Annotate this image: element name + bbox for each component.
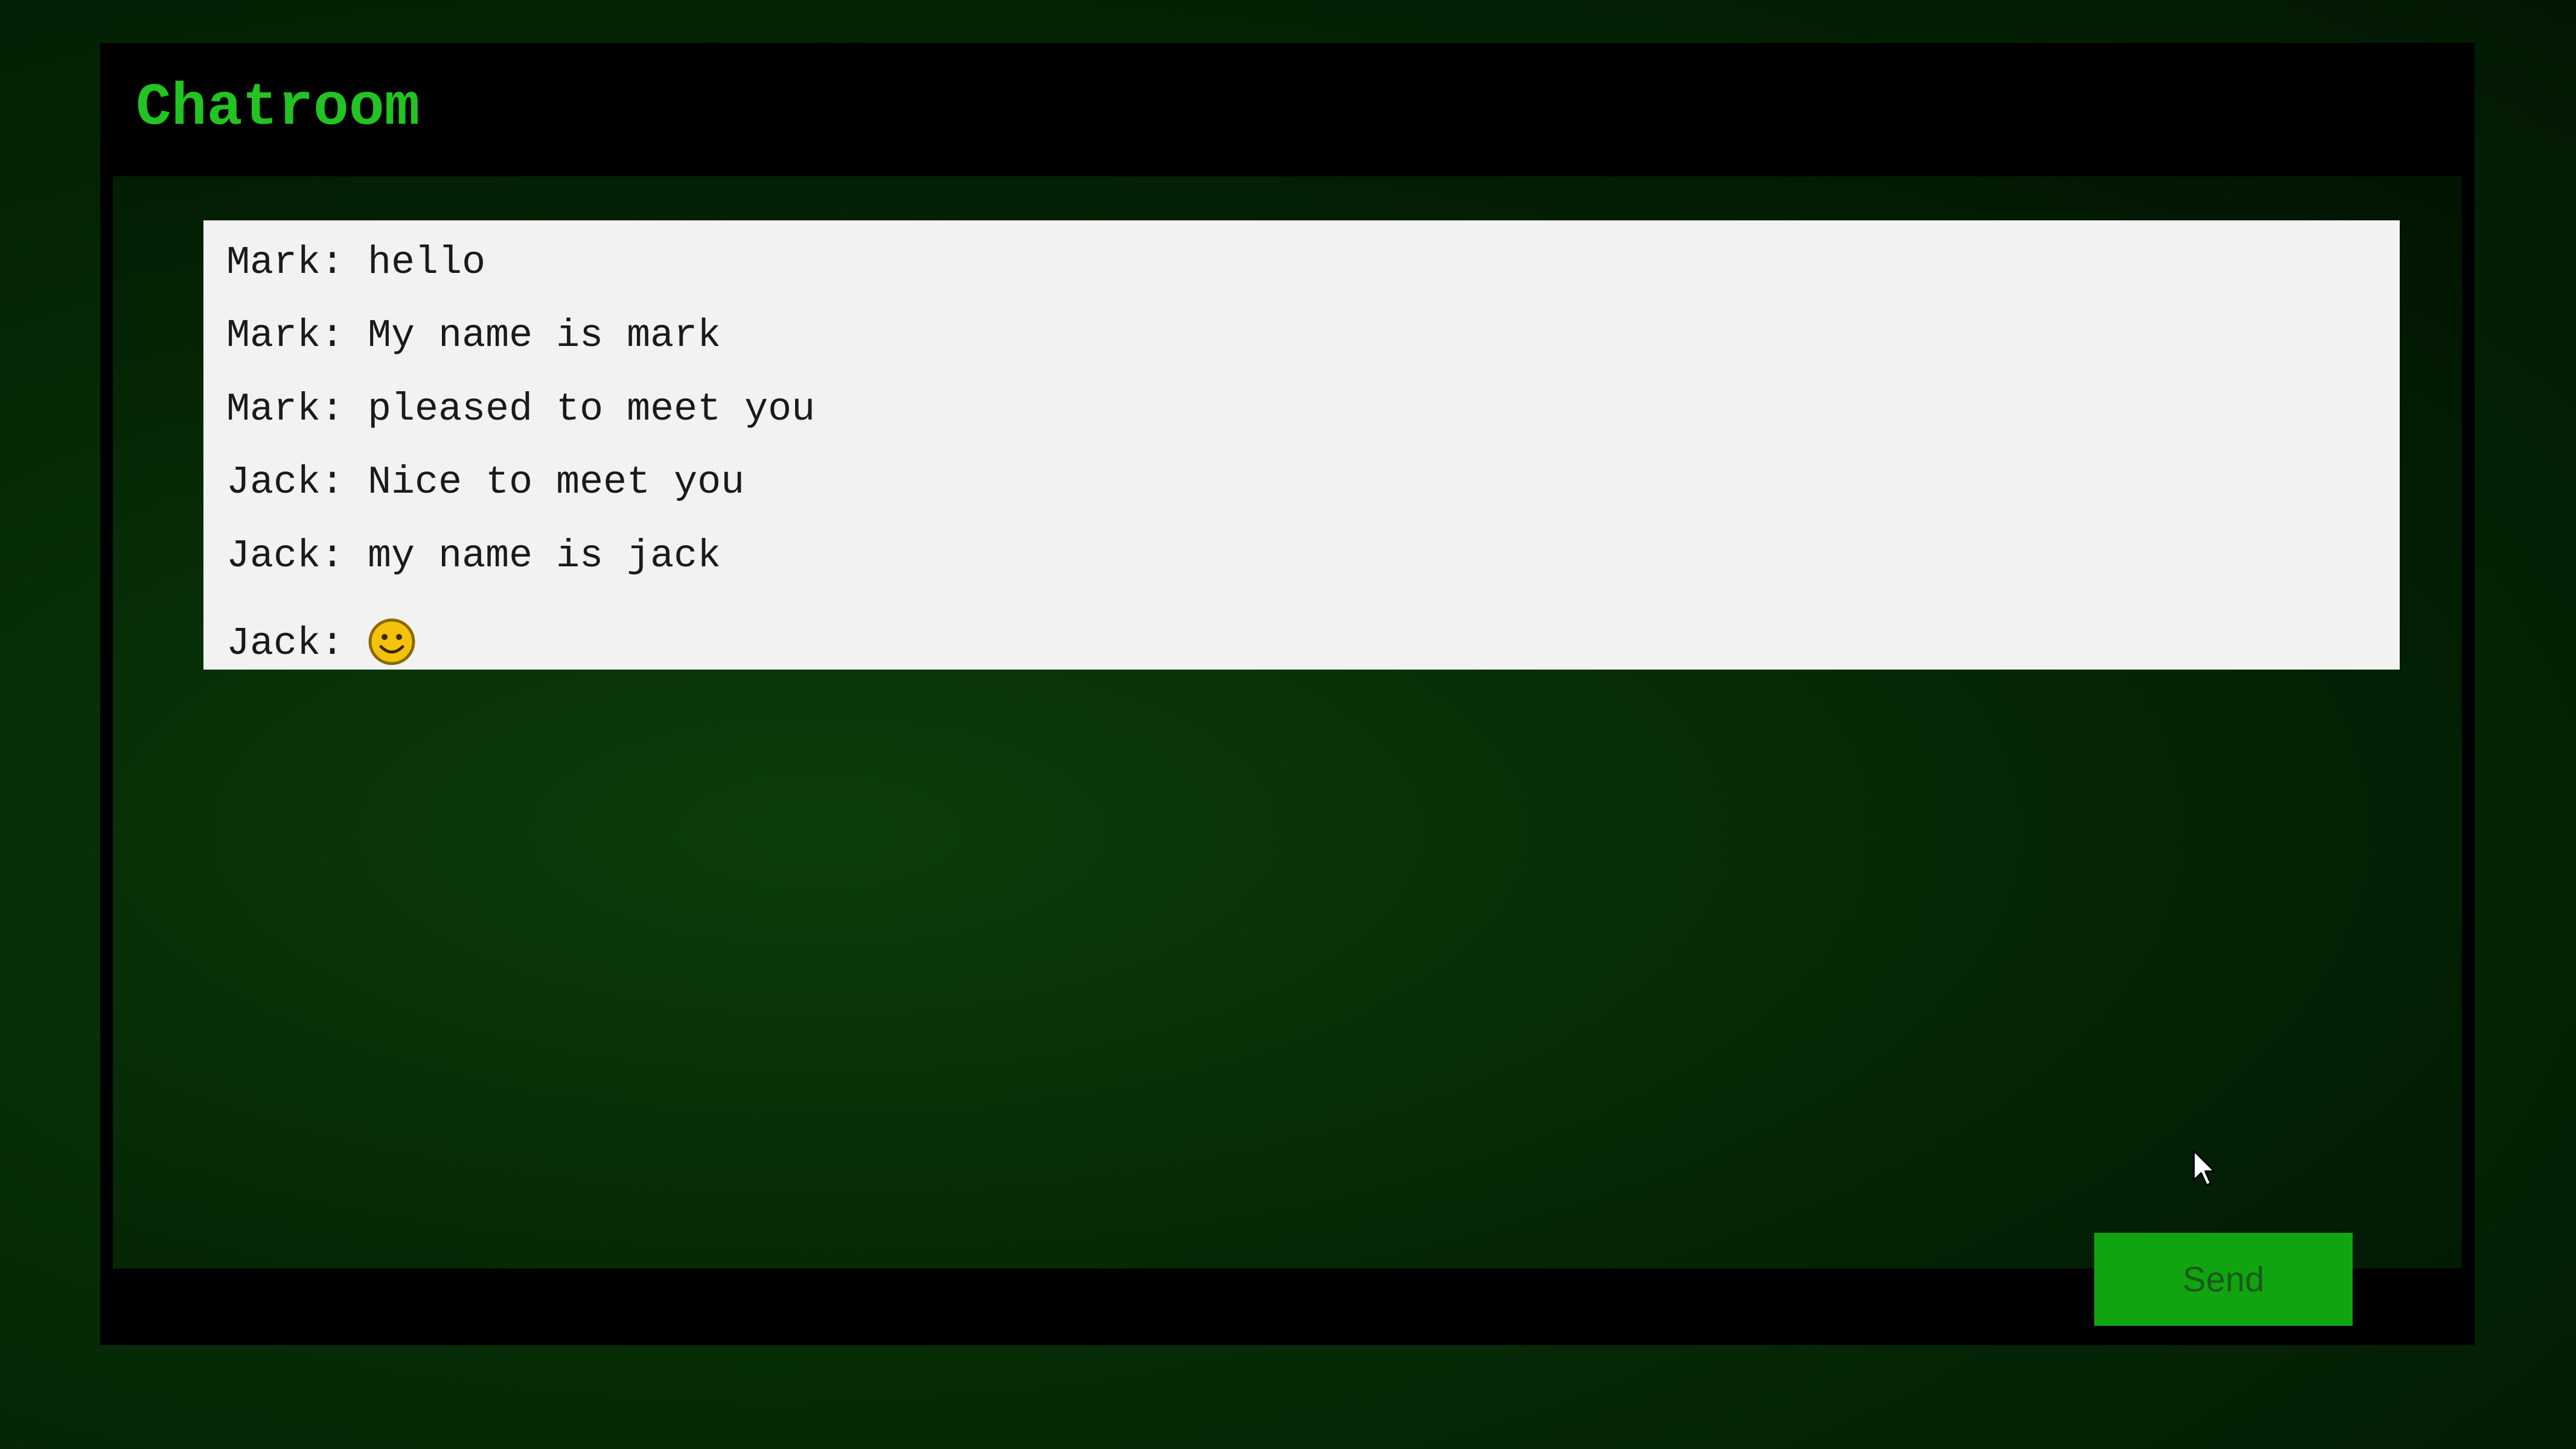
message-list: Markhello MarkMy name is mark Markplease… — [203, 220, 2400, 670]
chatroom-header: Chatroom — [100, 43, 2475, 178]
list-item: Markhello — [226, 240, 486, 285]
list-item: MarkMy name is mark — [226, 313, 721, 358]
message-text: hello — [368, 240, 486, 285]
chat-area[interactable]: Markhello MarkMy name is mark Markplease… — [113, 176, 2462, 1268]
message-text: pleased to meet you — [368, 387, 816, 432]
page-title: Chatroom — [136, 75, 420, 142]
message-sender: Mark — [226, 240, 368, 285]
message-sender: Jack — [226, 460, 368, 505]
message-sender: Mark — [226, 313, 368, 358]
list-item: JackNice to meet you — [226, 460, 745, 505]
message-input[interactable] — [113, 1277, 2165, 1337]
list-item: Jackmy name is jack — [226, 534, 721, 578]
message-sender: Jack — [226, 534, 368, 578]
message-sender: Jack — [226, 621, 368, 666]
message-text: my name is jack — [368, 534, 721, 578]
smiley-face-icon — [368, 618, 416, 666]
send-button[interactable]: Send — [2094, 1233, 2353, 1326]
message-text: My name is mark — [368, 313, 721, 358]
mouse-pointer-icon — [2193, 1150, 2216, 1186]
list-item: Markpleased to meet you — [226, 387, 816, 432]
chatroom-window: Chatroom Markhello MarkMy name is mark M… — [100, 43, 2475, 1345]
message-text: Nice to meet you — [368, 460, 745, 505]
list-item: Jack — [226, 618, 416, 666]
message-sender: Mark — [226, 387, 368, 432]
